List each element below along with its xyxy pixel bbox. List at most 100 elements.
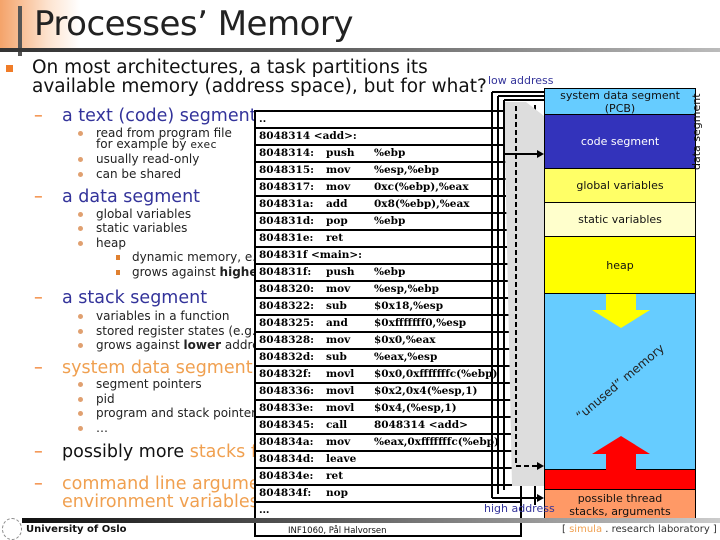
- code-operands: %ebp: [374, 215, 406, 227]
- lab-name: . research laboratory ]: [602, 524, 717, 535]
- segment-code: code segment: [544, 115, 696, 169]
- mapping-wedge: [504, 102, 544, 486]
- dash-icon: –: [34, 442, 43, 462]
- assembly-code-table: .. 8048314 <add>: 8048314: push %ebp 8048315:…: [254, 110, 522, 537]
- high-address-label: high address: [484, 502, 555, 515]
- code-operands: %esp,%ebp: [374, 283, 439, 295]
- code-address: 804834e:: [259, 470, 314, 482]
- code-operands: $0x4,(%esp,1): [374, 402, 457, 414]
- section-label: a data segment: [62, 187, 201, 207]
- section-label: possibly more: [62, 442, 190, 462]
- bullet-square-icon: [116, 255, 120, 260]
- bullet-square-icon: [116, 270, 120, 275]
- bullet-dot-icon: [78, 226, 83, 231]
- code-opcode: mov: [326, 283, 351, 295]
- code-operands: $0x0,0xfffffffc(%ebp): [374, 368, 498, 380]
- code-row: 8048345: call 8048314 <add>: [256, 418, 520, 435]
- code-operands: 0x8(%ebp),%eax: [374, 198, 470, 210]
- address-mapping-arrows: [491, 91, 544, 502]
- dash-icon: –: [34, 187, 43, 207]
- code-row: 804831f <main>:: [256, 248, 520, 265]
- main-bullet-text: On most architectures, a task partitions…: [32, 57, 487, 97]
- code-address: 804834f:: [259, 487, 312, 499]
- list-item-continued: for example by exec: [96, 137, 217, 152]
- segment-label: “unused” memory: [573, 340, 667, 423]
- footer-bar: [22, 518, 720, 523]
- item-text: …: [96, 421, 108, 435]
- code-opcode: ret: [326, 470, 344, 482]
- code-address: 804832d:: [259, 351, 315, 363]
- segment-global-variables: global variables: [544, 169, 696, 203]
- code-label: 804831f <main>:: [259, 249, 363, 261]
- item-text: variables in a function: [96, 309, 230, 323]
- code-operands: %eax,0xfffffffc(%ebp): [374, 436, 499, 448]
- code-opcode: call: [326, 419, 348, 431]
- dash-icon: –: [34, 358, 43, 378]
- code-address: 804834a:: [259, 436, 314, 448]
- code-operands: $0xfffffff0,%esp: [374, 317, 467, 329]
- code-row: 804834e: ret: [256, 469, 520, 486]
- code-opcode: movl: [326, 402, 355, 414]
- code-row: 8048315: mov %esp,%ebp: [256, 163, 520, 180]
- code-opcode: nop: [326, 487, 348, 499]
- bullet-dot-icon: [78, 343, 83, 348]
- section-data-segment: – a data segment: [34, 187, 200, 207]
- bullet-dot-icon: [78, 329, 83, 334]
- code-row: ..: [256, 112, 520, 129]
- list-item: usually read-only: [78, 152, 199, 166]
- code-operands: $0x0,%eax: [374, 334, 436, 346]
- section-label: a text (code) segment: [62, 106, 257, 126]
- item-bold: lower: [183, 338, 222, 352]
- code-address: 804831d:: [259, 215, 315, 227]
- code-address: 804831f:: [259, 266, 312, 278]
- segment-label: possible thread stacks, arguments: [569, 492, 671, 518]
- code-opcode: sub: [326, 300, 347, 312]
- code-row: 804834a: mov %eax,0xfffffffc(%ebp): [256, 435, 520, 452]
- item-text: program and stack pointers: [96, 406, 263, 420]
- code-label: ..: [259, 113, 267, 125]
- list-item: global variables: [78, 207, 191, 221]
- code-opcode: and: [326, 317, 348, 329]
- code-opcode: mov: [326, 436, 351, 448]
- code-row: 8048336: movl $0x2,0x4(%esp,1): [256, 384, 520, 401]
- segment-label: system data segment (PCB): [560, 88, 680, 115]
- list-item: variables in a function: [78, 309, 229, 323]
- code-row: 804834d: leave: [256, 452, 520, 469]
- bullet-dot-icon: [78, 172, 83, 177]
- code-row: 804831a: add 0x8(%ebp),%eax: [256, 197, 520, 214]
- university-seal-icon: [2, 518, 22, 540]
- item-text: global variables: [96, 207, 192, 221]
- code-operands: %ebp: [374, 147, 406, 159]
- item-text: segment pointers: [96, 377, 202, 391]
- dash-icon: –: [34, 474, 43, 494]
- list-item: …: [78, 421, 108, 435]
- section-label-highlight: environment variables: [62, 492, 259, 512]
- code-row: 804831f: push %ebp: [256, 265, 520, 282]
- item-text: static variables: [96, 221, 188, 235]
- simula-logo: [ simula . research laboratory ]: [562, 524, 717, 535]
- code-row: 804832d: sub %eax,%esp: [256, 350, 520, 367]
- bracket-top: [492, 91, 544, 101]
- code-address: 804834d:: [259, 453, 315, 465]
- code-opcode: add: [326, 198, 348, 210]
- segment-label: heap: [606, 259, 634, 272]
- section-stack-segment: – a stack segment: [34, 288, 207, 308]
- code-opcode: movl: [326, 385, 355, 397]
- code-row: 8048322: sub $0x18,%esp: [256, 299, 520, 316]
- code-address: 804831e:: [259, 232, 314, 244]
- code-address: 8048328:: [259, 334, 315, 346]
- code-row: 804834f: nop: [256, 486, 520, 503]
- segment-pcb: system data segment (PCB): [544, 88, 696, 115]
- list-item: can be shared: [78, 167, 181, 181]
- code-row: 8048320: mov %esp,%ebp: [256, 282, 520, 299]
- code-opcode: pop: [326, 215, 348, 227]
- code-address: 804832f:: [259, 368, 312, 380]
- code-row: 8048328: mov $0x0,%eax: [256, 333, 520, 350]
- code-row: 804831d: pop %ebp: [256, 214, 520, 231]
- segment-label: global variables: [576, 179, 664, 192]
- bullet-dot-icon: [78, 212, 83, 217]
- university-name: University of Oslo: [26, 524, 127, 535]
- code-address: 8048345:: [259, 419, 315, 431]
- code-opcode: mov: [326, 181, 351, 193]
- code-row: 804831e: ret: [256, 231, 520, 248]
